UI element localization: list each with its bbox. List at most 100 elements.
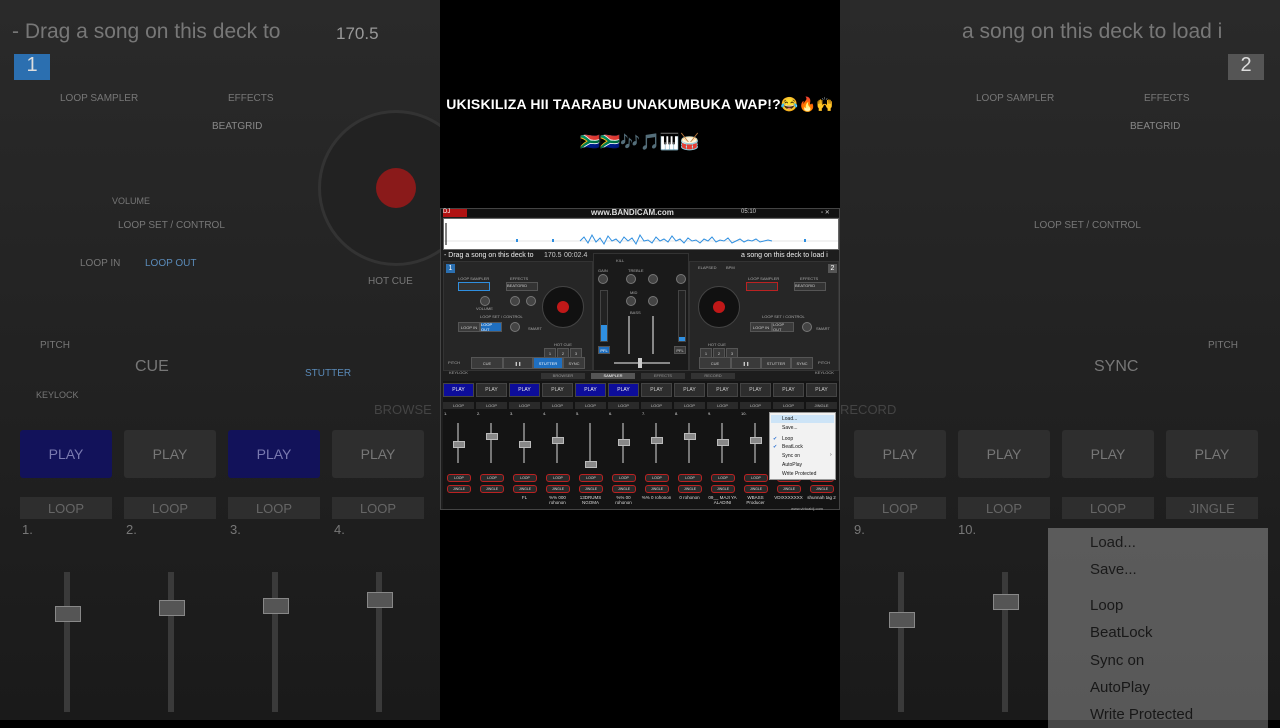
sampler-mode-label[interactable]: LOOP [641,402,672,409]
sampler-mode-label[interactable]: LOOP [608,402,639,409]
mixer-mid-knob-right[interactable] [648,296,658,306]
sampler-mode-label[interactable]: LOOP [443,402,474,409]
deck1-sync-button[interactable]: SYNC [563,357,585,369]
window-controls[interactable]: ▫ ✕ [821,209,830,216]
deck2-loop-in-button[interactable]: LOOP IN [750,322,772,332]
sampler-fader-knob[interactable] [651,437,663,444]
deck1-turntable[interactable] [542,286,584,328]
menu-item-beatlock[interactable]: BeatLock [782,444,803,450]
deck1-loop-in-button[interactable]: LOOP IN [458,322,480,332]
sampler-mode-label[interactable]: LOOP [773,402,804,409]
deck1-volume-knob[interactable] [480,296,490,306]
sampler-play-button[interactable]: PLAY [575,383,606,397]
sampler-fader-knob[interactable] [717,439,729,446]
sampler-play-button[interactable]: PLAY [674,383,705,397]
tab-effects[interactable]: EFFECTS [641,373,685,379]
mixer-pfl-left[interactable]: PFL [598,346,610,354]
deck2-turntable[interactable] [698,286,740,328]
sampler-fader-knob[interactable] [585,461,597,468]
deck1-pause-button[interactable]: ❚❚ [503,357,533,369]
sampler-mode-label[interactable]: LOOP [740,402,771,409]
menu-item-save[interactable]: Save... [782,425,798,431]
menu-item-sync-on[interactable]: Sync on [782,453,800,459]
sampler-mode-label[interactable]: LOOP [542,402,573,409]
mixer-treble-knob-left[interactable] [626,274,636,284]
deck1-cue-button[interactable]: CUE [471,357,503,369]
mixer-gain-knob-right[interactable] [676,274,686,284]
sampler-play-button[interactable]: PLAY [806,383,837,397]
sampler-mode-label[interactable]: LOOP [509,402,540,409]
sampler-fader-knob[interactable] [519,441,531,448]
deck2-loop-out-button[interactable]: LOOP OUT [772,322,794,332]
mixer-mid-knob-left[interactable] [626,296,636,306]
waveform-overview[interactable] [443,218,839,250]
sampler-loop-button[interactable]: LOOP [513,474,537,482]
sampler-loop-button[interactable]: LOOP [546,474,570,482]
crossfader-knob[interactable] [638,358,642,368]
sampler-volume-fader[interactable] [589,423,591,463]
sampler-mode-label[interactable]: LOOP [707,402,738,409]
deck2-shift-knob[interactable] [802,322,812,332]
menu-item-autoplay[interactable]: AutoPlay [782,462,802,468]
sampler-jingle-button[interactable]: JINGLE [777,485,801,493]
sampler-jingle-button[interactable]: JINGLE [579,485,603,493]
sampler-play-button[interactable]: PLAY [773,383,804,397]
deck2-cue-button[interactable]: CUE [699,357,731,369]
sampler-mode-label[interactable]: LOOP [476,402,507,409]
tab-sampler[interactable]: SAMPLER [591,373,635,379]
tab-record[interactable]: RECORD [691,373,735,379]
sampler-jingle-button[interactable]: JINGLE [645,485,669,493]
sampler-volume-fader[interactable] [490,423,492,463]
sampler-loop-button[interactable]: LOOP [480,474,504,482]
sampler-jingle-button[interactable]: JINGLE [447,485,471,493]
deck1-shift-knob[interactable] [510,322,520,332]
deck1-param2-knob[interactable] [526,296,536,306]
sampler-play-button[interactable]: PLAY [608,383,639,397]
deck2-sync-button[interactable]: SYNC [791,357,813,369]
mixer-fader-right[interactable] [652,316,654,354]
deck2-effect-select[interactable]: BEATGRID [794,282,826,291]
sampler-loop-button[interactable]: LOOP [645,474,669,482]
sampler-play-button[interactable]: PLAY [509,383,540,397]
tab-browser[interactable]: BROWSER [541,373,585,379]
deck2-pause-button[interactable]: ❚❚ [731,357,761,369]
sampler-jingle-button[interactable]: JINGLE [513,485,537,493]
sampler-jingle-button[interactable]: JINGLE [678,485,702,493]
sampler-play-button[interactable]: PLAY [740,383,771,397]
mixer-fader-left[interactable] [628,316,630,354]
mixer-pfl-right[interactable]: PFL [674,346,686,354]
sampler-mode-label[interactable]: JINGLE [806,402,837,409]
deck2-stutter-button[interactable]: STUTTER [761,357,791,369]
sampler-jingle-button[interactable]: JINGLE [612,485,636,493]
deck1-sampler-select[interactable] [458,282,490,291]
sampler-fader-knob[interactable] [486,433,498,440]
sampler-play-button[interactable]: PLAY [707,383,738,397]
sampler-jingle-button[interactable]: JINGLE [711,485,735,493]
sampler-fader-knob[interactable] [684,433,696,440]
deck2-sampler-select[interactable] [746,282,778,291]
sampler-fader-knob[interactable] [552,437,564,444]
sampler-play-button[interactable]: PLAY [443,383,474,397]
sampler-fader-knob[interactable] [453,441,465,448]
menu-item-write-protected[interactable]: Write Protected [782,471,816,477]
sampler-loop-button[interactable]: LOOP [447,474,471,482]
sampler-fader-knob[interactable] [750,437,762,444]
sampler-play-button[interactable]: PLAY [641,383,672,397]
sampler-mode-label[interactable]: LOOP [575,402,606,409]
sampler-loop-button[interactable]: LOOP [744,474,768,482]
deck1-effect-select[interactable]: BEATGRID [506,282,538,291]
sampler-jingle-button[interactable]: JINGLE [546,485,570,493]
sampler-volume-fader[interactable] [688,423,690,463]
deck1-param1-knob[interactable] [510,296,520,306]
crossfader[interactable] [614,362,670,364]
deck1-loop-out-button[interactable]: LOOP OUT [480,322,502,332]
menu-item-loop[interactable]: Loop [782,436,793,442]
mixer-gain-knob-left[interactable] [598,274,608,284]
sampler-jingle-button[interactable]: JINGLE [480,485,504,493]
sampler-jingle-button[interactable]: JINGLE [744,485,768,493]
sampler-loop-button[interactable]: LOOP [579,474,603,482]
sampler-play-button[interactable]: PLAY [542,383,573,397]
menu-item-load[interactable]: Load... [782,416,797,422]
sampler-fader-knob[interactable] [618,439,630,446]
deck1-stutter-button[interactable]: STUTTER [533,357,563,369]
